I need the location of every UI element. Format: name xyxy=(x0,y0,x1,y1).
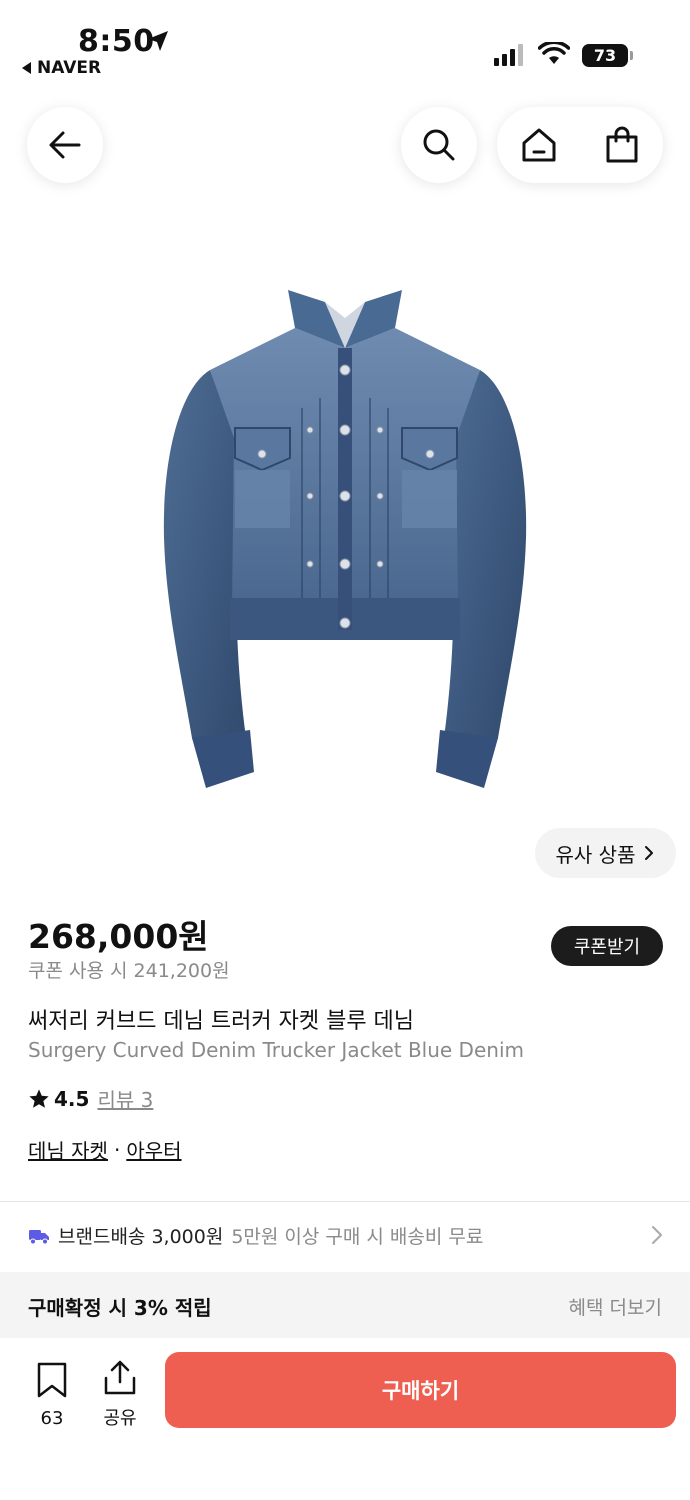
search-icon xyxy=(423,129,455,161)
share-button[interactable]: 공유 xyxy=(98,1360,142,1430)
shopping-bag-icon xyxy=(606,126,637,163)
back-triangle-icon xyxy=(22,62,31,74)
category-link-denim-jacket[interactable]: 데님 자켓 xyxy=(28,1135,108,1164)
shipping-label: 브랜드배송 3,000원 xyxy=(58,1226,224,1248)
wishlist-count: 63 xyxy=(40,1408,64,1429)
similar-products-label: 유사 상품 xyxy=(555,842,636,867)
rating-value: 4.5 xyxy=(54,1086,90,1111)
share-label: 공유 xyxy=(103,1408,137,1429)
arrow-left-icon xyxy=(49,131,81,159)
cellular-signal-icon xyxy=(494,44,523,66)
home-icon xyxy=(522,128,555,162)
benefit-bar: 구매확정 시 3% 적립 혜택 더보기 xyxy=(0,1272,690,1338)
shipping-sub: 5만원 이상 구매 시 배송비 무료 xyxy=(231,1226,484,1248)
product-price: 268,000원 xyxy=(28,917,209,956)
category-separator: · xyxy=(113,1137,121,1162)
chevron-right-icon xyxy=(652,1226,662,1244)
search-button[interactable] xyxy=(401,107,477,183)
similar-products-button[interactable]: 유사 상품 xyxy=(535,828,676,878)
battery-cap xyxy=(630,51,633,60)
category-link-outer[interactable]: 아우터 xyxy=(126,1135,181,1164)
category-breadcrumb: 데님 자켓 · 아우터 xyxy=(28,1135,182,1164)
wishlist-button[interactable]: 63 xyxy=(30,1362,74,1429)
wifi-icon xyxy=(538,42,570,64)
status-time: 8:50 xyxy=(78,24,155,59)
battery-indicator: 73 xyxy=(582,44,628,67)
share-icon xyxy=(104,1360,136,1395)
bottom-action-bar: 63 공유 구매하기 xyxy=(0,1338,690,1500)
back-to-app-link[interactable]: NAVER xyxy=(22,58,101,78)
star-icon xyxy=(29,1088,49,1108)
shipping-row[interactable]: 브랜드배송 3,000원 5만원 이상 구매 시 배송비 무료 xyxy=(28,1222,668,1249)
review-link[interactable]: 리뷰 3 xyxy=(97,1084,153,1113)
benefit-title: 구매확정 시 3% 적립 xyxy=(28,1296,212,1320)
back-button[interactable] xyxy=(27,107,103,183)
product-name-english: Surgery Curved Denim Trucker Jacket Blue… xyxy=(28,1038,524,1062)
bookmark-icon xyxy=(37,1362,67,1398)
truck-icon xyxy=(29,1229,49,1244)
product-name-korean: 써저리 커브드 데님 트러커 자켓 블루 데님 xyxy=(28,1009,415,1034)
buy-button[interactable]: 구매하기 xyxy=(165,1352,676,1428)
home-button[interactable] xyxy=(509,115,569,175)
product-image[interactable] xyxy=(140,278,550,808)
location-arrow-icon xyxy=(148,31,168,51)
home-cart-group xyxy=(497,107,663,183)
coupon-price: 쿠폰 사용 시 241,200원 xyxy=(28,960,230,982)
benefit-more-link[interactable]: 혜택 더보기 xyxy=(569,1293,662,1320)
chevron-right-icon xyxy=(645,846,654,860)
status-bar: 8:50 NAVER 73 xyxy=(0,0,690,85)
back-app-label: NAVER xyxy=(37,58,102,78)
section-divider xyxy=(0,1201,690,1202)
cart-button[interactable] xyxy=(592,115,652,175)
rating-row: 4.5 리뷰 3 xyxy=(28,1084,153,1113)
get-coupon-button[interactable]: 쿠폰받기 xyxy=(551,926,663,966)
